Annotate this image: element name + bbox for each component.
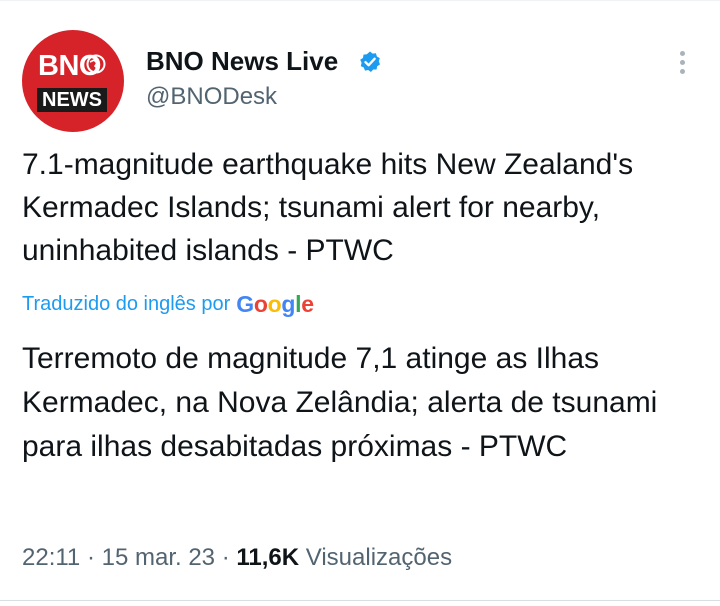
- author-name[interactable]: BNO News Live: [146, 46, 338, 76]
- translated-text: Terremoto de magnitude 7,1 atinge as Ilh…: [22, 342, 658, 463]
- google-logo: Google: [236, 291, 314, 317]
- globe-icon: [86, 54, 106, 74]
- more-options-button[interactable]: [664, 44, 700, 80]
- tweet-date[interactable]: 15 mar. 23: [102, 544, 215, 571]
- tweet-metadata: 22:11 · 15 mar. 23 · 11,6K Visualizações: [22, 541, 452, 575]
- tweet-time[interactable]: 22:11: [22, 544, 80, 571]
- separator: ·: [86, 544, 95, 571]
- translation-label: Traduzido do inglês por: [22, 293, 231, 315]
- separator: ·: [221, 544, 230, 571]
- views-count[interactable]: 11,6K: [236, 544, 299, 571]
- bottom-divider: [0, 600, 720, 601]
- more-options-dot: [679, 59, 685, 65]
- views-label: Visualizações: [305, 544, 453, 571]
- avatar[interactable]: BNO NEWS: [22, 30, 124, 132]
- more-options-dot: [679, 68, 685, 74]
- translation-attribution[interactable]: Traduzido do inglês por Google: [22, 289, 314, 319]
- author-handle[interactable]: @BNODesk: [146, 82, 277, 112]
- verified-badge-icon[interactable]: [358, 50, 382, 74]
- top-divider: [0, 0, 720, 1]
- avatar-news-text: NEWS: [37, 88, 107, 112]
- tweet-text: 7.1-magnitude earthquake hits New Zealan…: [22, 148, 634, 267]
- more-options-icon: [679, 50, 685, 56]
